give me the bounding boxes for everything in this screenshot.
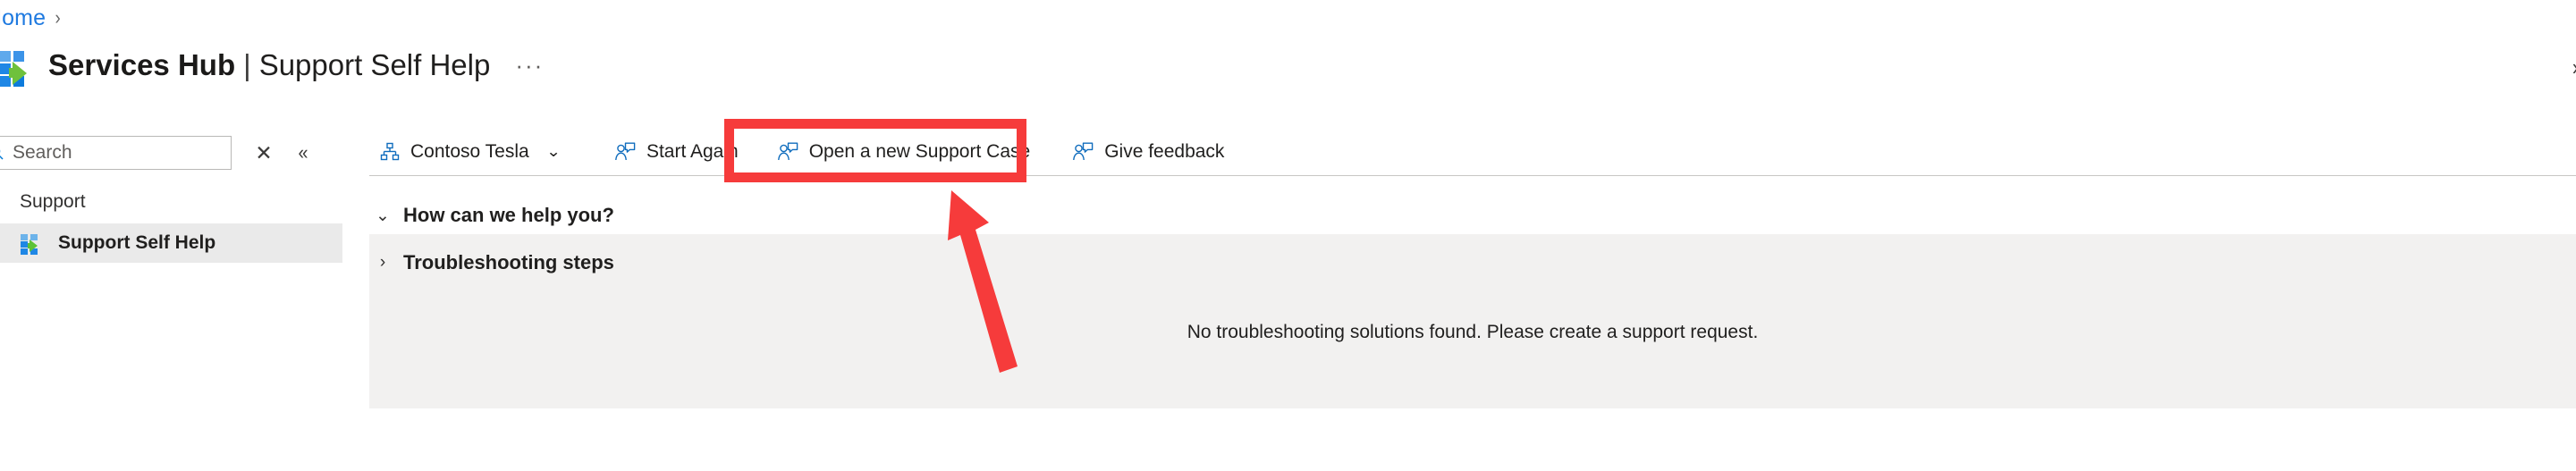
command-label: Open a new Support Case <box>808 140 1031 162</box>
search-clear-button[interactable]: ✕ <box>249 138 279 168</box>
search-box[interactable] <box>0 136 232 170</box>
sidebar-item-label: Support Self Help <box>58 232 216 253</box>
search-icon <box>0 149 4 160</box>
section-title: How can we help you? <box>403 204 614 226</box>
more-options-button[interactable]: ··· <box>515 54 544 77</box>
chevron-right-icon: › <box>379 253 386 272</box>
command-label: Start Again <box>646 140 739 162</box>
sidebar: ✕ « ⌄ Support Support Self Help <box>0 128 342 471</box>
chevron-down-icon: ⌄ <box>376 206 390 225</box>
services-hub-page: Home › Services Hub | Support Self Help … <box>0 0 2576 471</box>
empty-state-message: No troubleshooting solutions found. Plea… <box>1187 322 1759 342</box>
chevron-down-icon[interactable]: ⌄ <box>546 143 561 161</box>
chevron-down-icon: ⌄ <box>0 193 7 212</box>
services-hub-logo-icon <box>0 46 38 87</box>
sidebar-search-row: ✕ « <box>0 135 320 171</box>
sidebar-group-label: Support <box>20 191 86 212</box>
sidebar-group-support[interactable]: ⌄ Support <box>0 187 306 217</box>
page-title: Services Hub <box>48 48 236 81</box>
support-case-icon <box>1073 142 1094 160</box>
command-start-again[interactable]: Start Again <box>604 128 749 175</box>
command-open-new-support-case[interactable]: Open a new Support Case <box>767 128 1042 175</box>
collapse-sidebar-button[interactable]: « <box>290 138 317 168</box>
command-label: Contoso Tesla <box>410 140 529 162</box>
breadcrumb-item-home[interactable]: Home <box>0 5 46 31</box>
command-contoso-tesla[interactable]: Contoso Tesla ⌄ <box>369 128 570 175</box>
chevron-right-icon: › <box>55 6 61 29</box>
services-hub-logo-icon <box>21 233 44 255</box>
page-title-row: Services Hub | Support Self Help ··· <box>0 43 544 88</box>
expand-panel-chevron-right-icon[interactable]: › <box>2572 54 2576 81</box>
support-case-icon <box>615 142 636 160</box>
main-content: ⌄ How can we help you? › Troubleshooting… <box>369 175 2576 471</box>
command-label: Give feedback <box>1104 140 1225 162</box>
search-input[interactable] <box>13 137 200 169</box>
section-how-can-we-help-you[interactable]: ⌄ How can we help you? <box>369 197 614 234</box>
section-troubleshooting-steps[interactable]: › Troubleshooting steps <box>369 244 614 282</box>
breadcrumb: Home › <box>0 5 61 30</box>
sidebar-item-support-self-help[interactable]: Support Self Help <box>0 223 342 263</box>
support-case-icon <box>777 142 798 160</box>
page-subtitle: Support Self Help <box>258 48 491 81</box>
command-give-feedback[interactable]: Give feedback <box>1062 128 1235 175</box>
troubleshooting-panel: › Troubleshooting steps No troubleshooti… <box>369 234 2576 408</box>
command-bar: Contoso Tesla ⌄ Start Again Open a new S… <box>369 128 2576 175</box>
section-title: Troubleshooting steps <box>403 251 614 273</box>
org-hierarchy-icon <box>380 142 400 160</box>
title-separator: | <box>243 48 251 81</box>
